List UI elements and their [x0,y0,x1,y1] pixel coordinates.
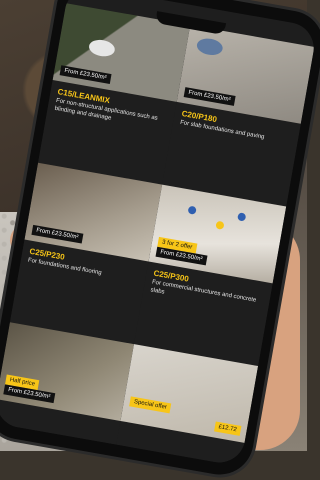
price-label: From £23.50/m² [59,65,112,84]
price-label: £12.72 [213,421,242,436]
product-card[interactable]: 3 for 2 offer From £23.50/m² C25/P300 Fo… [133,184,287,367]
price-label: From £23.50/m² [183,87,236,106]
product-card[interactable]: Half price From £23.50/m² [0,322,134,445]
price-label: From £23.50/m² [31,224,84,244]
offer-badge: Special offer [129,396,172,414]
product-card[interactable]: From £23.50/m² C20/P180 For slab foundat… [162,25,315,207]
product-card[interactable]: Special offer £12.72 [116,344,259,467]
